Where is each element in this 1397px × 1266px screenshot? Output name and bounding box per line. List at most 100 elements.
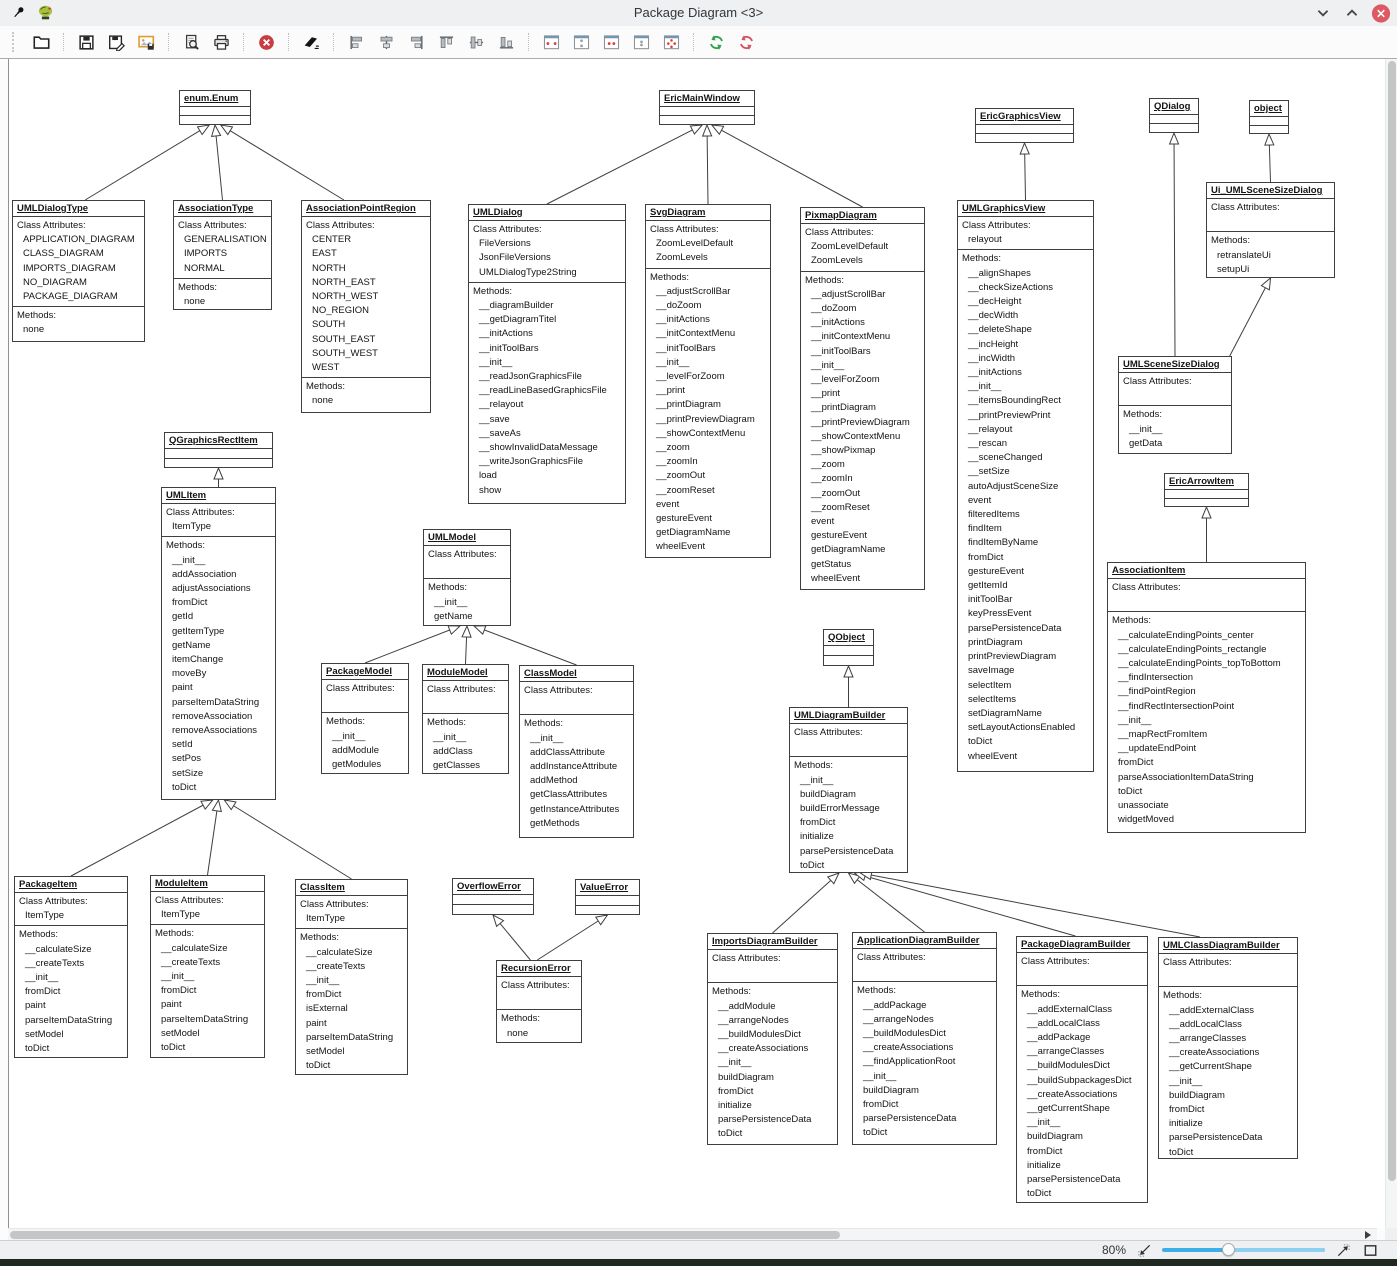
vertical-scrollbar[interactable] xyxy=(1385,59,1397,1228)
class-box-PixmapDiagram[interactable]: PixmapDiagram Class Attributes: ZoomLevelD… xyxy=(800,207,925,590)
class-name: EricArrowItem xyxy=(1165,474,1248,490)
methods-compartment: Methods: __addPackage __arrangeNodes __buil… xyxy=(853,982,996,1144)
horizontal-scrollbar[interactable] xyxy=(8,1228,1377,1240)
method-item: __incWidth xyxy=(968,352,1015,364)
close-window-button[interactable] xyxy=(1371,3,1391,23)
align-center-vertical-button[interactable] xyxy=(464,30,489,55)
class-box-UMLModel[interactable]: UMLModel Class Attributes: Methods: __init_… xyxy=(423,529,511,626)
empty-compartment xyxy=(824,646,873,655)
class-name: QGraphicsRectItem xyxy=(165,433,272,449)
class-box-UMLGraphicsView[interactable]: UMLGraphicsView Class Attributes: relayout… xyxy=(957,200,1094,772)
class-box-PackageDiagramBuilder[interactable]: PackageDiagramBuilder Class Attributes: Me… xyxy=(1016,936,1148,1203)
methods-label: Methods: xyxy=(300,932,340,944)
class-box-UMLItem[interactable]: UMLItem Class Attributes: ItemType Methods:… xyxy=(161,487,276,800)
class-box-ModuleItem[interactable]: ModuleItem Class Attributes: ItemType Metho… xyxy=(150,875,265,1058)
toolbar-handle[interactable] xyxy=(12,32,19,52)
zoom-out-button[interactable] xyxy=(1135,1242,1153,1258)
class-box-EricGraphicsView[interactable]: EricGraphicsView xyxy=(975,108,1074,143)
class-box-QGraphicsRectItem[interactable]: QGraphicsRectItem xyxy=(164,432,273,468)
class-box-UMLClassDiagramBuilder[interactable]: UMLClassDiagramBuilder Class Attributes: M… xyxy=(1158,937,1298,1159)
zoom-reset-button[interactable] xyxy=(1361,1242,1379,1258)
reload-button[interactable] xyxy=(734,30,759,55)
class-box-QDialog[interactable]: QDialog xyxy=(1149,98,1199,133)
class-box-EricMainWindow[interactable]: EricMainWindow xyxy=(659,90,755,125)
method-item: __sceneChanged xyxy=(968,452,1043,464)
save-button[interactable] xyxy=(74,30,99,55)
method-item: __initActions xyxy=(968,367,1022,379)
class-box-AssociationType[interactable]: AssociationType Class Attributes: GENERALI… xyxy=(173,200,272,310)
method-item: fromDict xyxy=(863,1099,899,1111)
zoom-slider-track-rest[interactable] xyxy=(1227,1248,1325,1252)
attributes-label: Class Attributes: xyxy=(17,220,86,231)
class-box-AssociationPointRegion[interactable]: AssociationPointRegion Class Attributes: C… xyxy=(301,200,431,413)
align-bottom-button[interactable] xyxy=(494,30,519,55)
attributes-compartment: Class Attributes: ItemType xyxy=(15,893,127,927)
class-box-EricArrowItem[interactable]: EricArrowItem xyxy=(1164,473,1249,507)
zoom-slider[interactable] xyxy=(1162,1243,1325,1257)
method-item: __zoomOut xyxy=(656,470,706,482)
class-box-RecursionError[interactable]: RecursionError Class Attributes: Methods: n… xyxy=(496,960,582,1043)
decrease-height-button[interactable] xyxy=(629,30,654,55)
print-button[interactable] xyxy=(209,30,234,55)
class-name: Ui_UMLSceneSizeDialog xyxy=(1207,183,1334,199)
print-preview-button[interactable] xyxy=(179,30,204,55)
class-box-Ui_UMLSceneSizeDialog[interactable]: Ui_UMLSceneSizeDialog Class Attributes: Me… xyxy=(1206,182,1335,278)
horizontal-scrollbar-thumb[interactable] xyxy=(10,1231,840,1239)
vertical-scrollbar-thumb[interactable] xyxy=(1388,61,1396,1181)
class-box-AssociationItem[interactable]: AssociationItem Class Attributes: Methods:… xyxy=(1107,562,1306,833)
maximize-button[interactable] xyxy=(1342,3,1362,23)
empty-compartment xyxy=(1150,115,1198,123)
zoom-in-button[interactable] xyxy=(1334,1242,1352,1258)
class-box-OverflowError[interactable]: OverflowError xyxy=(452,878,534,915)
class-box-UMLSceneSizeDialog[interactable]: UMLSceneSizeDialog Class Attributes: Metho… xyxy=(1118,356,1232,454)
method-item: fromDict xyxy=(25,986,61,998)
align-center-horizontal-button[interactable] xyxy=(374,30,399,55)
method-item: getClasses xyxy=(433,760,480,771)
increase-height-button[interactable] xyxy=(569,30,594,55)
class-box-ModuleModel[interactable]: ModuleModel Class Attributes: Methods: __in… xyxy=(422,664,509,774)
class-name: UMLDiagramBuilder xyxy=(790,708,907,724)
methods-compartment: Methods: __init__ buildDiagram buildErrorMe… xyxy=(790,757,907,872)
close-button[interactable] xyxy=(254,30,279,55)
method-item: printPreviewDiagram xyxy=(968,651,1057,663)
class-box-PackageItem[interactable]: PackageItem Class Attributes: ItemType Meth… xyxy=(14,876,128,1058)
increase-width-button[interactable] xyxy=(539,30,564,55)
zoom-slider-handle[interactable] xyxy=(1222,1243,1236,1256)
save-image-button[interactable] xyxy=(134,30,159,55)
class-box-ApplicationDiagramBuilder[interactable]: ApplicationDiagramBuilder Class Attribute… xyxy=(852,932,997,1145)
class-box-ClassItem[interactable]: ClassItem Class Attributes: ItemType Method… xyxy=(295,879,408,1075)
method-item: getName xyxy=(434,610,473,622)
align-top-button[interactable] xyxy=(434,30,459,55)
class-box-PackageModel[interactable]: PackageModel Class Attributes: Methods: __i… xyxy=(321,663,409,774)
class-box-ImportsDiagramBuilder[interactable]: ImportsDiagramBuilder Class Attributes: Me… xyxy=(707,933,838,1145)
attributes-blank xyxy=(524,698,631,712)
scrollbar-right-arrow-icon[interactable] xyxy=(1365,1231,1371,1239)
method-item: __print xyxy=(811,388,841,400)
decrease-width-button[interactable] xyxy=(599,30,624,55)
align-right-button[interactable] xyxy=(404,30,429,55)
method-item: setSize xyxy=(172,767,204,779)
class-box-UMLDialog[interactable]: UMLDialog Class Attributes: FileVersions Js… xyxy=(468,204,626,504)
class-box-object[interactable]: object xyxy=(1249,100,1289,134)
class-box-UMLDiagramBuilder[interactable]: UMLDiagramBuilder Class Attributes: Method… xyxy=(789,707,908,873)
increase-width-icon xyxy=(543,34,560,51)
class-box-ValueError[interactable]: ValueError xyxy=(575,879,640,915)
methods-label: Methods: xyxy=(306,381,346,393)
method-item: toDict xyxy=(800,859,825,871)
relayout-icon xyxy=(708,34,725,51)
class-box-UMLDialogType[interactable]: UMLDialogType Class Attributes: APPLICATIO… xyxy=(12,200,145,342)
class-box-ClassModel[interactable]: ClassModel Class Attributes: Methods: __ini… xyxy=(519,665,634,838)
save-as-button[interactable] xyxy=(104,30,129,55)
method-item: moveBy xyxy=(172,668,207,680)
open-button[interactable] xyxy=(29,30,54,55)
class-box-QObject[interactable]: QObject xyxy=(823,629,874,666)
method-item: parsePersistenceData xyxy=(1169,1132,1263,1144)
class-box-enum_Enum[interactable]: enum.Enum xyxy=(179,90,251,125)
set-size-button[interactable] xyxy=(659,30,684,55)
method-item: getStatus xyxy=(811,558,852,570)
align-left-button[interactable] xyxy=(344,30,369,55)
minimize-button[interactable] xyxy=(1313,3,1333,23)
relayout-button[interactable] xyxy=(704,30,729,55)
delete-shapes-button[interactable] xyxy=(299,30,324,55)
class-box-SvgDiagram[interactable]: SvgDiagram Class Attributes: ZoomLevelDefa… xyxy=(645,204,771,558)
